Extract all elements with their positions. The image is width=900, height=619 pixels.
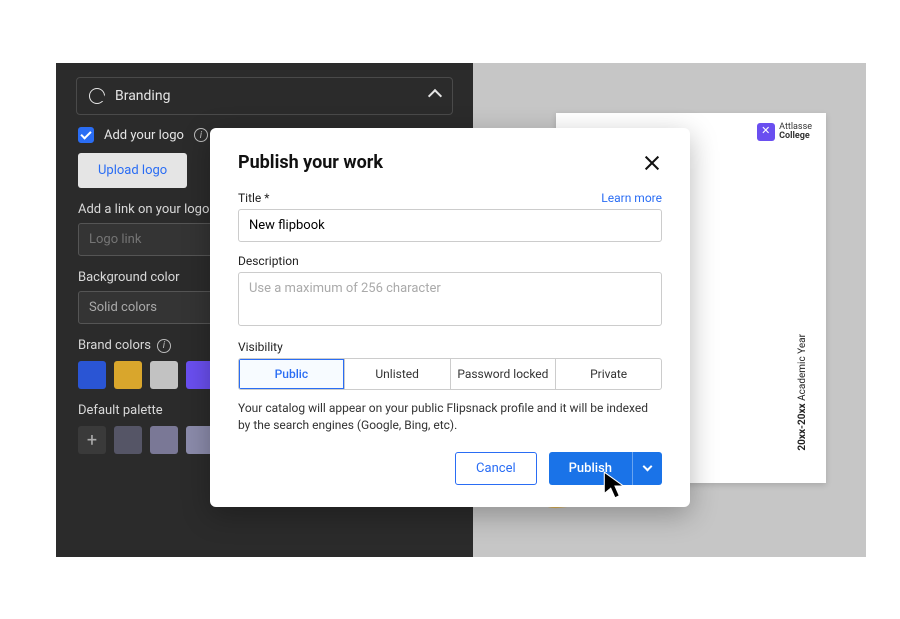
description-textarea[interactable]: [238, 272, 662, 326]
visibility-unlisted[interactable]: Unlisted: [345, 359, 451, 389]
title-input[interactable]: [238, 209, 662, 242]
close-icon[interactable]: [642, 153, 662, 173]
visibility-private[interactable]: Private: [556, 359, 661, 389]
visibility-public[interactable]: Public: [239, 359, 345, 389]
visibility-help-text: Your catalog will appear on your public …: [238, 400, 662, 434]
modal-title: Publish your work: [238, 152, 383, 173]
add-logo-label: Add your logo: [104, 128, 184, 143]
background-select-value: Solid colors: [89, 300, 157, 315]
branding-accordion-header[interactable]: Branding: [76, 77, 453, 115]
upload-logo-button[interactable]: Upload logo: [78, 153, 187, 188]
chevron-down-icon: [643, 462, 653, 472]
brand-colors-label: Brand colors: [78, 338, 151, 353]
academic-year-text: 20xx-20xx Academic Year: [797, 334, 808, 451]
title-field-label: Title *: [238, 191, 269, 205]
brand-name-line2: College: [779, 132, 812, 141]
publish-modal: Publish your work Title * Learn more Des…: [210, 128, 690, 507]
publish-button[interactable]: Publish: [549, 452, 632, 485]
publish-dropdown-button[interactable]: [632, 452, 662, 485]
brand-color-swatch[interactable]: [114, 361, 142, 389]
visibility-label: Visibility: [238, 340, 662, 354]
add-palette-swatch[interactable]: +: [78, 426, 106, 454]
brand-logo-icon: [757, 123, 775, 141]
brand-color-swatch[interactable]: [150, 361, 178, 389]
chevron-up-icon: [428, 89, 442, 103]
description-label: Description: [238, 254, 662, 268]
visibility-segmented: Public Unlisted Password locked Private: [238, 358, 662, 390]
brand-color-swatch[interactable]: [78, 361, 106, 389]
visibility-password-locked[interactable]: Password locked: [451, 359, 557, 389]
palette-swatch[interactable]: [150, 426, 178, 454]
info-icon[interactable]: i: [194, 128, 208, 142]
palette-icon: [89, 88, 105, 104]
branding-title: Branding: [115, 88, 420, 104]
info-icon[interactable]: i: [157, 339, 171, 353]
preview-brand-logo: Attlasse College: [757, 123, 812, 141]
add-logo-checkbox[interactable]: [78, 127, 94, 143]
default-palette-label: Default palette: [78, 403, 163, 418]
cancel-button[interactable]: Cancel: [455, 452, 537, 485]
palette-swatch[interactable]: [114, 426, 142, 454]
learn-more-link[interactable]: Learn more: [601, 191, 662, 205]
